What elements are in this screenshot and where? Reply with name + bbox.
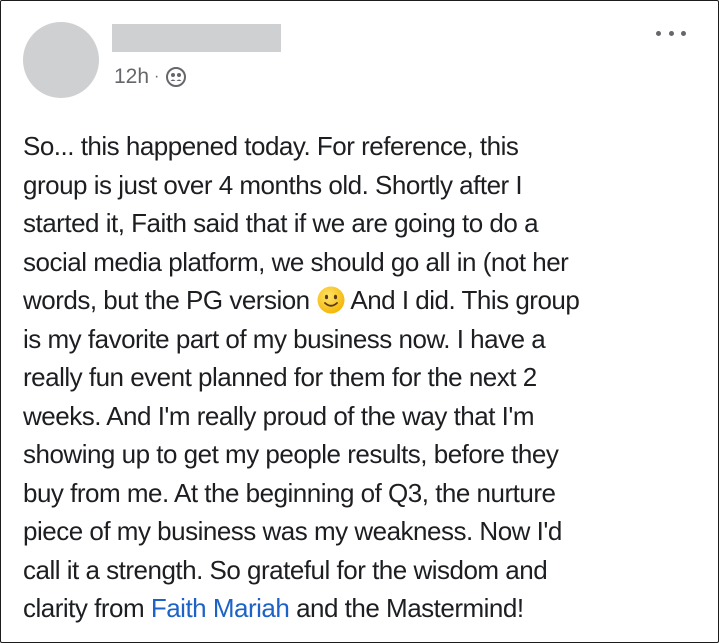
group-audience-icon[interactable]: [165, 66, 187, 88]
post-line: piece of my business was my weakness. No…: [23, 516, 562, 546]
avatar[interactable]: [23, 22, 99, 98]
post-line: And I did. This group: [350, 285, 580, 315]
post-line: started it, Faith said that if we are go…: [23, 208, 539, 238]
post-line: weeks. And I'm really proud of the way t…: [23, 400, 535, 431]
more-options-icon[interactable]: [656, 25, 686, 41]
author-name-redacted: [112, 24, 281, 52]
post-line: really fun event planned for them for th…: [23, 362, 537, 392]
mention-link[interactable]: Faith Mariah: [151, 593, 290, 623]
slightly-smiling-face-icon: [317, 286, 345, 314]
post-meta: 12h ·: [114, 63, 187, 91]
post-line: words, but the PG version: [23, 285, 317, 315]
post-line: and the Mastermind!: [289, 593, 524, 623]
more-dot: [681, 30, 686, 36]
post-card: 12h · So... this happened today. For ref…: [0, 0, 719, 643]
meta-separator: ·: [154, 68, 160, 85]
more-dot: [656, 30, 661, 36]
post-line: clarity from: [23, 593, 151, 623]
post-line: social media platform, we should go all …: [23, 246, 569, 277]
post-line: is my favorite part of my business now. …: [23, 323, 546, 354]
post-timestamp[interactable]: 12h: [114, 65, 149, 89]
post-line: So... this happened today. For reference…: [23, 131, 519, 161]
more-dot: [668, 30, 674, 36]
post-line: buy from me. At the beginning of Q3, the…: [23, 477, 556, 508]
post-line: group is just over 4 months old. Shortly…: [23, 169, 523, 200]
post-line: call it a strength. So grateful for the …: [23, 554, 548, 585]
post-line: showing up to get my people results, bef…: [23, 439, 559, 469]
post-body: So... this happened today. For reference…: [23, 127, 703, 628]
